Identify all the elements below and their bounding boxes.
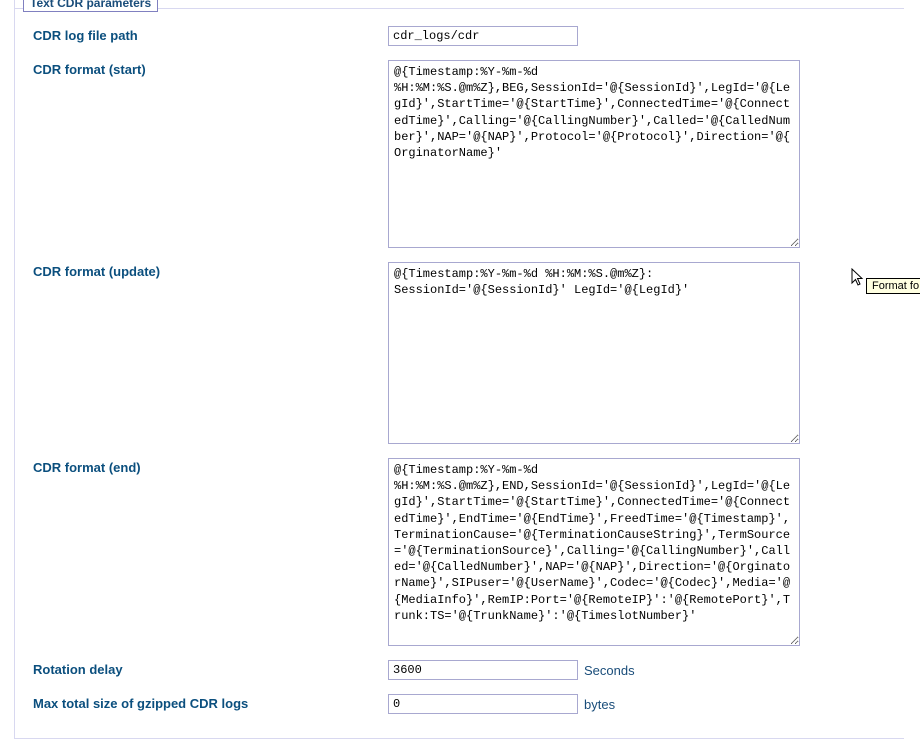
input-rotation-delay[interactable] (388, 660, 578, 680)
textarea-format-update[interactable] (388, 262, 800, 444)
textarea-format-end[interactable] (388, 458, 800, 646)
row-format-update: CDR format (update) (15, 258, 904, 454)
tooltip: Format fo (866, 278, 920, 294)
label-format-start: CDR format (start) (33, 60, 388, 77)
row-rotation-delay: Rotation delay Seconds (15, 656, 904, 690)
input-log-path[interactable] (388, 26, 578, 46)
row-log-path: CDR log file path (15, 22, 904, 56)
row-format-start: CDR format (start) (15, 56, 904, 258)
fieldset-legend: Text CDR parameters (23, 0, 158, 12)
unit-rotation-delay: Seconds (584, 663, 635, 678)
label-rotation-delay: Rotation delay (33, 660, 388, 677)
label-format-end: CDR format (end) (33, 458, 388, 475)
label-format-update: CDR format (update) (33, 262, 388, 279)
text-cdr-parameters-fieldset: Text CDR parameters CDR log file path CD… (14, 0, 904, 739)
textarea-format-start[interactable] (388, 60, 800, 248)
input-max-size[interactable] (388, 694, 578, 714)
label-log-path: CDR log file path (33, 26, 388, 43)
row-format-end: CDR format (end) (15, 454, 904, 656)
row-max-size: Max total size of gzipped CDR logs bytes (15, 690, 904, 724)
unit-max-size: bytes (584, 697, 615, 712)
label-max-size: Max total size of gzipped CDR logs (33, 694, 388, 711)
